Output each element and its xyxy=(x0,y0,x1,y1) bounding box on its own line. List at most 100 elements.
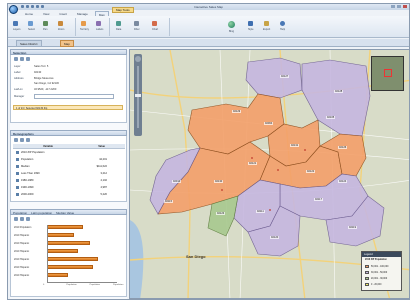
ribbon: Layers Select Pan Zoom Territory Labels … xyxy=(8,16,409,38)
context-tab-map-tools[interactable]: Map Tools xyxy=(112,7,134,13)
bar[interactable] xyxy=(47,249,78,253)
territory-icon[interactable] xyxy=(81,21,86,26)
zip-label: 92127 xyxy=(280,75,290,78)
table-row[interactable]: 1980-1989 4,102 xyxy=(13,178,125,183)
row-value: 44,201 xyxy=(99,158,107,161)
bar[interactable] xyxy=(47,241,90,245)
toolbar-icon[interactable] xyxy=(26,57,30,61)
ribbon-group-data: Data Filter Chart xyxy=(112,18,170,36)
window-title: Interactive Sales Map xyxy=(194,5,223,9)
field-key: Label xyxy=(14,71,21,74)
filter-icon[interactable] xyxy=(134,21,139,26)
toolbar-icon[interactable] xyxy=(26,138,30,142)
table-row[interactable]: 1990-1999 4,987 xyxy=(13,185,125,190)
style-icon[interactable] xyxy=(248,21,253,26)
maximize-button[interactable] xyxy=(397,5,401,8)
zip-label: 92122 xyxy=(306,170,316,173)
bar[interactable] xyxy=(47,257,99,261)
help-icon[interactable] xyxy=(280,21,285,26)
table-row[interactable]: 2000-2009 5,220 xyxy=(13,192,125,197)
zip-label: 92124 xyxy=(338,180,348,183)
toolbar-icon[interactable] xyxy=(26,217,30,221)
chart-icon[interactable] xyxy=(152,21,157,26)
zip-label: 92014 xyxy=(172,180,182,183)
legend-title: Legend xyxy=(362,252,401,257)
table-row[interactable]: 2010 ZIP Population xyxy=(13,150,125,155)
doc-tab-map[interactable]: Map xyxy=(60,40,74,47)
overview-minimap[interactable] xyxy=(371,56,404,91)
toolbar-icon[interactable] xyxy=(14,138,18,142)
row-icon xyxy=(16,193,19,196)
row-label: Less Than 1999 xyxy=(21,172,40,175)
minimap-viewport-box[interactable] xyxy=(384,69,392,77)
bar-label: 2010 Hispanic xyxy=(14,249,30,253)
data-icon[interactable] xyxy=(116,21,121,26)
zoom-slider[interactable] xyxy=(137,66,139,128)
toolbar-icon[interactable] xyxy=(20,217,24,221)
map-navigation-control[interactable] xyxy=(134,54,142,136)
toolbar-icon[interactable] xyxy=(20,57,24,61)
zoom-icon[interactable] xyxy=(58,21,63,26)
zip-label: 92105 xyxy=(326,116,336,119)
row-label: Population xyxy=(21,158,34,161)
app-menu-button[interactable] xyxy=(9,5,18,14)
layers-icon[interactable] xyxy=(13,21,18,26)
manager-field[interactable] xyxy=(34,94,114,99)
bar[interactable] xyxy=(47,273,68,277)
field-key: Layer xyxy=(14,65,21,68)
legend-row: 0 - 20,000 xyxy=(365,283,381,286)
row-label: 2010 ZIP Population xyxy=(21,151,45,154)
x-tick-label: Population xyxy=(113,284,124,286)
toolbar-icon[interactable] xyxy=(20,138,24,142)
bar[interactable] xyxy=(47,265,94,269)
zoom-label: Zoom xyxy=(58,28,65,31)
table-row[interactable]: Less Than 1999 3,212 xyxy=(13,171,125,176)
minimize-button[interactable] xyxy=(391,5,395,8)
export-label: Export xyxy=(263,28,271,31)
zip-label: 92130 xyxy=(214,180,224,183)
field-value: Bridge Mesa Ave xyxy=(34,77,54,80)
legend-row-label: 50,001 - 100,000 xyxy=(371,266,389,269)
export-icon[interactable] xyxy=(264,21,269,26)
select-icon[interactable] xyxy=(28,21,33,26)
field-key: Address xyxy=(14,77,24,80)
field-key: Manager xyxy=(14,95,25,98)
style-label: Style xyxy=(248,28,254,31)
toolbar-icon[interactable] xyxy=(14,57,18,61)
map-view[interactable]: 92129 92127 92128 92064 92131 92126 9212… xyxy=(129,49,409,299)
bar[interactable] xyxy=(47,225,84,229)
toolbar-icon[interactable] xyxy=(14,217,18,221)
chart-panel: 2010 Population 2010 Hispanic 2010 Hispani… xyxy=(10,215,127,297)
column-header-variable: Variable xyxy=(43,145,53,148)
left-panel: Selection Layer Sales Terr. 5 Label 9213… xyxy=(10,49,127,299)
pan-icon[interactable] xyxy=(43,21,48,26)
selection-highlight-row[interactable]: 1 of 24 / Selected 92130 Zip xyxy=(13,105,123,110)
data-label: Data xyxy=(116,28,122,31)
x-tick-label: Population xyxy=(66,284,77,286)
legend-swatch xyxy=(365,271,369,274)
row-label: Median xyxy=(21,165,30,168)
legend-row: 30,001 - 50,000 xyxy=(365,271,387,274)
doc-tab-sales-district[interactable]: Sales District xyxy=(16,40,42,47)
zip-label: 92126 xyxy=(338,146,348,149)
bar-label: 2010 Hispanic xyxy=(14,241,30,245)
bar-label: 2010 Hispanic xyxy=(14,265,30,269)
bar-label: 2010 Population xyxy=(14,225,32,229)
bar[interactable] xyxy=(47,233,74,237)
expand-icon[interactable] xyxy=(16,151,19,154)
row-icon xyxy=(16,158,19,161)
close-button[interactable] xyxy=(403,5,407,8)
pan-control-icon[interactable] xyxy=(135,56,141,62)
row-value: 4,102 xyxy=(100,179,108,182)
selection-panel: Layer Sales Terr. 5 Label 92130 Address … xyxy=(10,55,127,123)
table-row[interactable]: Median $111,622 xyxy=(13,164,125,169)
bing-label: Bing xyxy=(229,30,235,33)
label-icon[interactable] xyxy=(96,21,101,26)
x-tick-label: 0 xyxy=(43,284,45,286)
legend-row-label: 30,001 - 50,000 xyxy=(371,272,388,275)
chart-label: Chart xyxy=(152,28,159,31)
table-row[interactable]: Population 44,201 xyxy=(13,157,125,162)
globe-icon[interactable] xyxy=(228,21,235,28)
map-legend: Legend 2010 ZIP Population 50,001 - 100,… xyxy=(361,251,402,291)
zoom-slider-thumb[interactable] xyxy=(135,94,141,97)
